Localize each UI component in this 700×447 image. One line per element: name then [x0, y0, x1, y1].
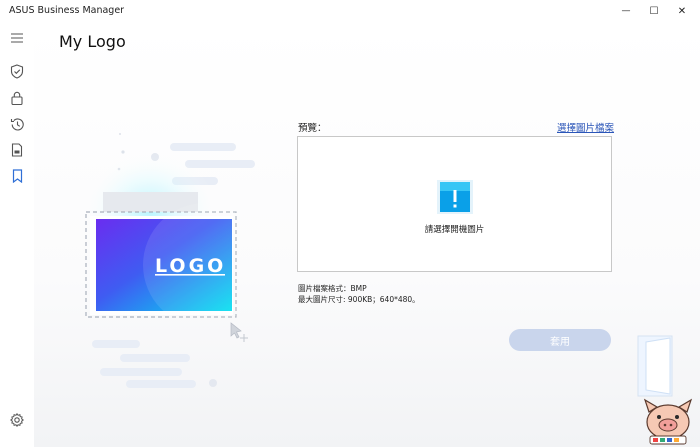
- maximize-button[interactable]: ☐: [640, 0, 668, 22]
- preview-box: 請選擇開機圖片: [297, 136, 612, 272]
- preview-label: 預覽：: [298, 123, 327, 134]
- door-illustration: [637, 335, 673, 397]
- bookmark-icon[interactable]: [9, 168, 25, 184]
- close-button[interactable]: ✕: [668, 0, 696, 22]
- select-image-file-link[interactable]: 選擇圖片檔案: [557, 120, 614, 134]
- apply-button[interactable]: 套用: [509, 329, 611, 351]
- warning-image-icon: [437, 180, 473, 214]
- mascot-pig-icon: [643, 398, 693, 445]
- file-format-text: 圖片檔案格式：BMP: [298, 284, 367, 293]
- hamburger-menu-icon[interactable]: [9, 30, 25, 46]
- history-clock-icon[interactable]: [9, 116, 25, 132]
- shield-check-icon[interactable]: [9, 63, 25, 79]
- app-title: ASUS Business Manager: [9, 5, 125, 16]
- preview-hint: 請選擇開機圖片: [424, 225, 485, 235]
- page-title: My Logo: [59, 32, 126, 51]
- minimize-icon: —: [621, 6, 631, 16]
- file-info: 圖片檔案格式：BMP 最大圖片尺寸: 900KB；640*480。: [298, 283, 420, 305]
- max-size-text: 最大圖片尺寸: 900KB；640*480。: [298, 295, 420, 304]
- close-icon: ✕: [677, 5, 687, 17]
- sidebar: [0, 22, 34, 447]
- title-bar: ASUS Business Manager — ☐ ✕: [0, 0, 700, 22]
- document-icon[interactable]: [9, 142, 25, 158]
- lock-icon[interactable]: [9, 90, 25, 106]
- minimize-button[interactable]: —: [612, 0, 640, 22]
- maximize-icon: ☐: [649, 5, 659, 17]
- settings-gear-icon[interactable]: [9, 412, 25, 428]
